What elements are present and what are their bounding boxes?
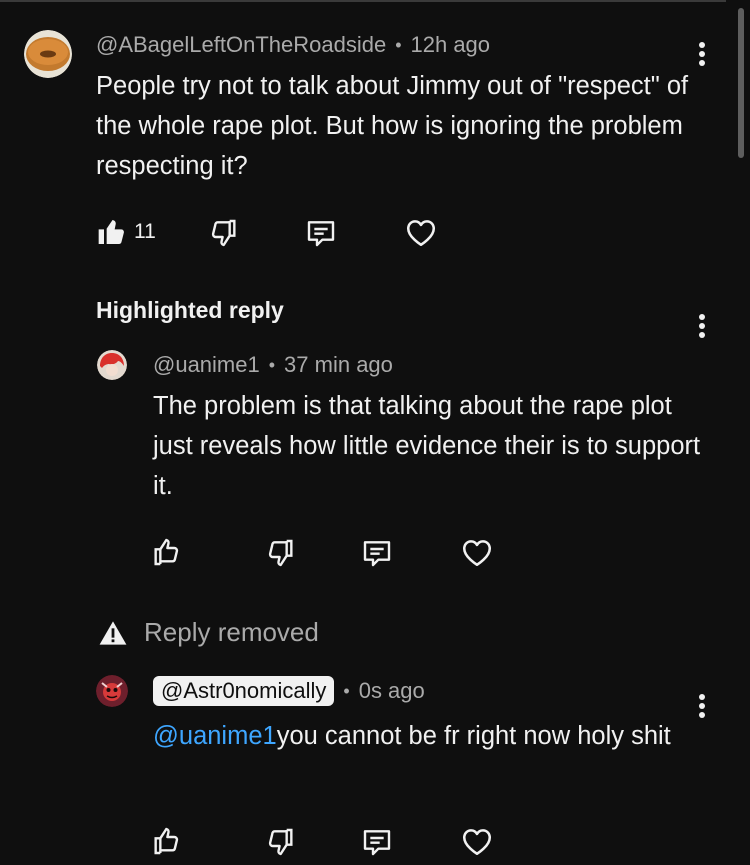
comment-meta: @ABagelLeftOnTheRoadside • 12h ago <box>96 32 491 58</box>
thumb-down-icon <box>211 219 236 247</box>
reply-time[interactable]: 37 min ago <box>284 352 393 378</box>
reply-icon <box>307 221 335 247</box>
reply-icon <box>363 830 391 856</box>
reply-time[interactable]: 0s ago <box>359 678 425 704</box>
reply-button[interactable] <box>361 537 393 569</box>
thumb-down-icon <box>268 539 293 567</box>
comment-time[interactable]: 12h ago <box>411 32 491 58</box>
thumb-down-icon <box>268 828 293 856</box>
reply-meta: @Astr0nomically • 0s ago <box>153 676 425 706</box>
reply-author[interactable]: @Astr0nomically <box>153 676 335 706</box>
like-button[interactable] <box>151 536 183 568</box>
reply-meta: @uanime1 • 37 min ago <box>153 352 393 378</box>
heart-icon <box>462 829 492 856</box>
like-count: 11 <box>134 220 156 243</box>
avatar[interactable] <box>96 675 128 707</box>
reply-removed-notice: Reply removed <box>99 617 319 648</box>
reply-icon <box>363 541 391 567</box>
avatar[interactable] <box>24 30 72 78</box>
like-button[interactable]: 11 <box>96 216 156 248</box>
thumb-up-icon <box>154 538 179 566</box>
reply-removed-label: Reply removed <box>144 617 319 647</box>
thumb-up-icon <box>98 220 124 244</box>
warning-icon <box>99 620 127 645</box>
reply-body: you cannot be fr right now holy shit <box>276 722 671 750</box>
reply-text: @uanime1you cannot be fr right now holy … <box>153 716 713 756</box>
heart-button[interactable] <box>460 536 494 568</box>
more-vert-icon[interactable] <box>698 42 706 69</box>
comment-author[interactable]: @ABagelLeftOnTheRoadside <box>96 32 386 58</box>
top-divider <box>0 0 726 2</box>
heart-button[interactable] <box>404 216 438 248</box>
scrollbar[interactable] <box>738 8 744 158</box>
heart-icon <box>406 220 436 247</box>
heart-icon <box>462 540 492 567</box>
comment-text: People try not to talk about Jimmy out o… <box>96 72 689 180</box>
reply-author[interactable]: @uanime1 <box>153 352 260 378</box>
dislike-button[interactable] <box>264 826 296 858</box>
reply-button[interactable] <box>361 826 393 858</box>
dislike-button[interactable] <box>264 537 296 569</box>
thumb-up-icon <box>154 827 179 855</box>
reply-button[interactable] <box>305 217 337 249</box>
avatar[interactable] <box>97 350 127 380</box>
reply-text: The problem is that talking about the ra… <box>153 392 701 500</box>
like-button[interactable] <box>151 825 183 857</box>
dislike-button[interactable] <box>207 217 239 249</box>
user-mention[interactable]: @uanime1 <box>153 722 277 750</box>
heart-button[interactable] <box>460 825 494 857</box>
more-vert-icon[interactable] <box>698 314 706 341</box>
highlighted-reply-label: Highlighted reply <box>96 297 284 323</box>
